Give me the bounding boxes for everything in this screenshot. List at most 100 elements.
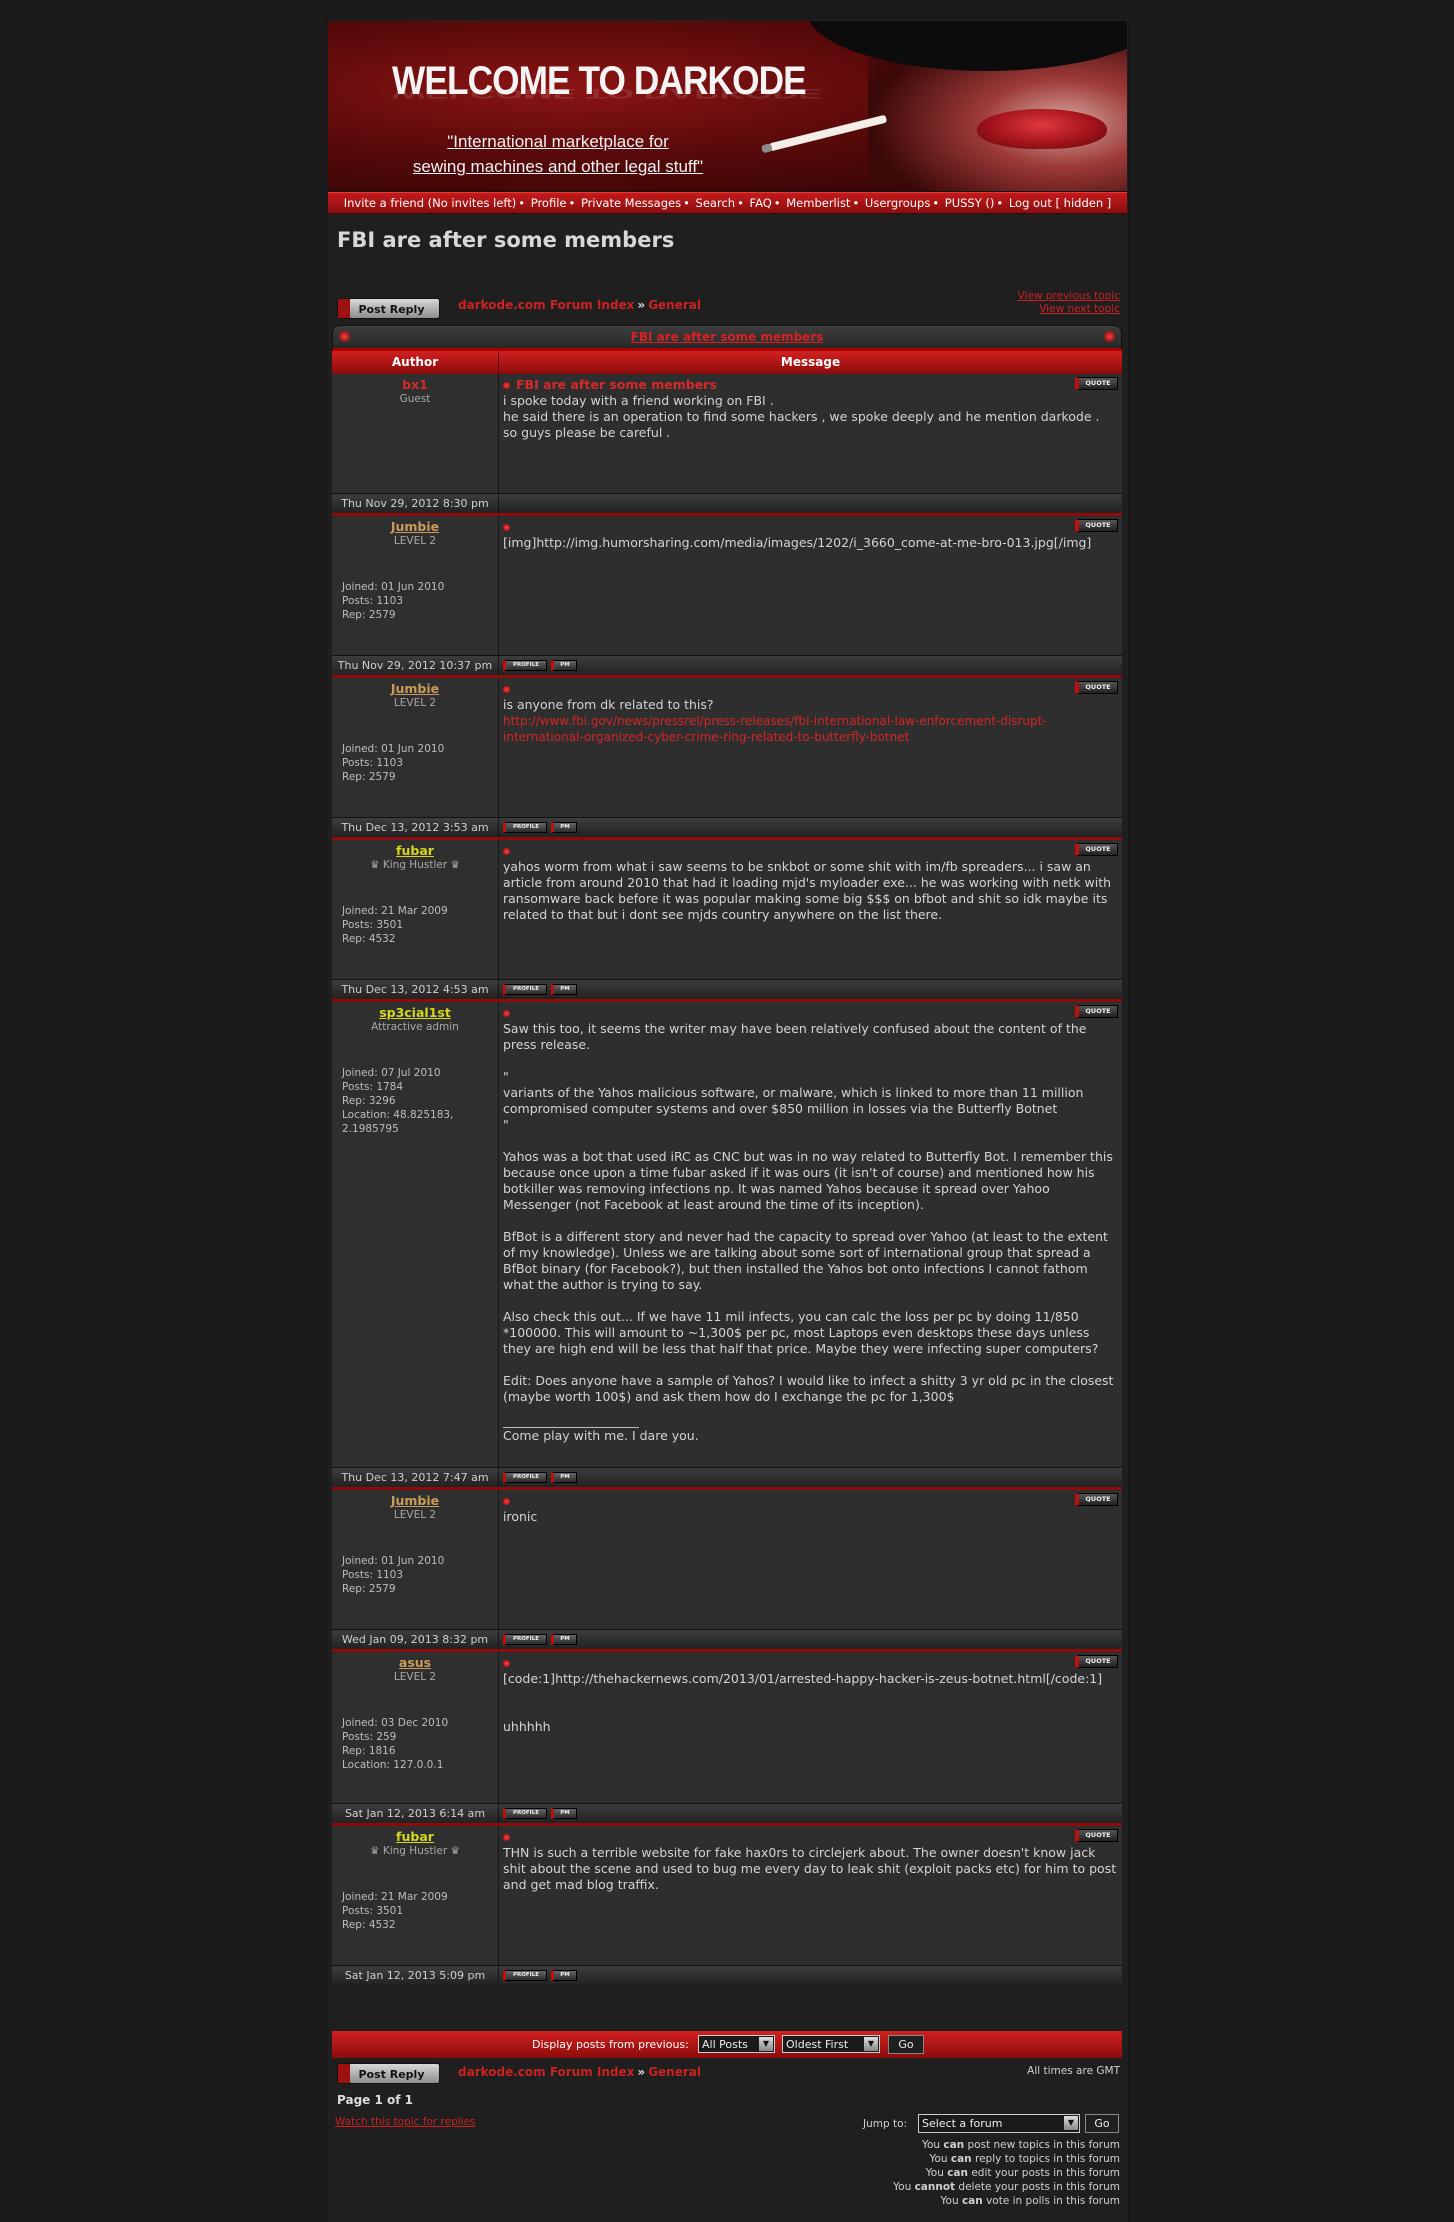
pm-button[interactable]: PM — [551, 1634, 577, 1645]
author-posts: Posts: 3501 — [342, 1905, 404, 1917]
post-author-cell: fubar ♛ King Hustler ♛ Joined: 21 Mar 20… — [332, 840, 499, 979]
jump-to-select-value: Select a forum — [922, 2117, 1003, 2130]
breadcrumb-index-link[interactable]: darkode.com Forum Index — [458, 2065, 634, 2079]
nav-faq[interactable]: FAQ — [750, 196, 772, 210]
pm-button[interactable]: PM — [551, 1808, 577, 1819]
display-go-button[interactable]: Go — [888, 2035, 924, 2054]
breadcrumb-index-link[interactable]: darkode.com Forum Index — [458, 298, 634, 312]
view-previous-topic-link[interactable]: View previous topic — [1018, 290, 1120, 303]
quote-button[interactable]: QUOTE — [1075, 1829, 1118, 1842]
header-dot-icon — [339, 331, 350, 342]
breadcrumb-separator: » — [637, 298, 646, 312]
post-footer: Thu Nov 29, 2012 10:37 pm PROFILE PM — [332, 655, 1122, 675]
profile-button[interactable]: PROFILE — [503, 822, 547, 833]
post-text-line: THN is such a terrible website for fake … — [503, 1845, 1117, 1892]
author-posts: Posts: 1103 — [342, 595, 404, 607]
post-bullet-icon — [503, 524, 510, 531]
order-select[interactable]: Oldest First ▼ — [782, 2035, 880, 2053]
post-date: Thu Dec 13, 2012 3:53 am — [332, 818, 499, 837]
jump-to-select[interactable]: Select a forum ▼ — [918, 2114, 1080, 2133]
post-reply-button-bottom[interactable]: Post Reply — [337, 2063, 440, 2084]
period-select-value: All Posts — [702, 2038, 748, 2051]
profile-button[interactable]: PROFILE — [503, 660, 547, 671]
header-dot-icon — [1104, 331, 1115, 342]
breadcrumb-forum-link[interactable]: General — [648, 298, 701, 312]
post-author-name[interactable]: Jumbie — [332, 1493, 498, 1508]
chevron-down-icon: ▼ — [759, 2037, 773, 2051]
post-date: Sat Jan 12, 2013 5:09 pm — [332, 1966, 499, 1985]
permission-line: You can reply to topics in this forum — [929, 2153, 1120, 2165]
post-row: Jumbie LEVEL 2 Joined: 01 Jun 2010 Posts… — [332, 513, 1122, 655]
post-text-line: i spoke today with a friend working on F… — [503, 393, 774, 408]
post-message-cell: QUOTE FBI are after some members i spoke… — [499, 374, 1122, 493]
author-rep: Rep: 2579 — [342, 771, 396, 783]
post-author-rank: LEVEL 2 — [393, 697, 437, 709]
quote-button[interactable]: QUOTE — [1075, 1493, 1118, 1506]
profile-button[interactable]: PROFILE — [503, 1634, 547, 1645]
nav-profile[interactable]: Profile — [531, 196, 567, 210]
post-subject — [503, 1829, 1118, 1845]
post-author-info: Joined: 01 Jun 2010 Posts: 1103 Rep: 257… — [342, 1554, 444, 1596]
period-select[interactable]: All Posts ▼ — [698, 2035, 775, 2053]
permission-line: You can edit your posts in this forum — [925, 2167, 1120, 2179]
fbi-press-release-link[interactable]: http://www.fbi.gov/news/pressrel/press-r… — [503, 713, 1118, 745]
pm-button[interactable]: PM — [551, 1970, 577, 1981]
post-subject — [503, 681, 1118, 697]
post-text-line: so guys please be careful . — [503, 425, 671, 440]
nav-search[interactable]: Search — [696, 196, 736, 210]
post-footer: Sat Jan 12, 2013 5:09 pm PROFILE PM — [332, 1965, 1122, 1985]
nav-private-messages[interactable]: Private Messages — [581, 196, 681, 210]
post-author-name[interactable]: bx1 — [332, 377, 498, 392]
display-posts-label: Display posts from previous: — [532, 2038, 689, 2051]
profile-button[interactable]: PROFILE — [503, 1472, 547, 1483]
pm-button[interactable]: PM — [551, 822, 577, 833]
author-rep: Rep: 4532 — [342, 1919, 396, 1931]
profile-button[interactable]: PROFILE — [503, 1970, 547, 1981]
nav-pussy[interactable]: PUSSY () — [945, 196, 995, 210]
quote-button[interactable]: QUOTE — [1075, 1005, 1118, 1018]
breadcrumb-bottom: darkode.com Forum Index» General — [458, 2065, 701, 2079]
nav-logout[interactable]: Log out [ hidden ] — [1009, 196, 1111, 210]
topic-title-link[interactable]: FBI are after some members — [631, 330, 824, 344]
breadcrumb-forum-link[interactable]: General — [648, 2065, 701, 2079]
author-posts: Posts: 1103 — [342, 1569, 404, 1581]
post-subject — [503, 1655, 1118, 1671]
post-author-info: Joined: 03 Dec 2010 Posts: 259 Rep: 1816… — [342, 1716, 448, 1772]
nav-invite[interactable]: Invite a friend (No invites left) — [344, 196, 517, 210]
post-paragraph: Also check this out... If we have 11 mil… — [503, 1309, 1099, 1356]
post-message-cell: QUOTE [code:1]http://thehackernews.com/2… — [499, 1652, 1122, 1803]
post-author-name[interactable]: Jumbie — [332, 681, 498, 696]
author-joined: Joined: 01 Jun 2010 — [342, 1555, 445, 1567]
profile-button[interactable]: PROFILE — [503, 1808, 547, 1819]
quote-button[interactable]: QUOTE — [1075, 843, 1118, 856]
quote-button[interactable]: QUOTE — [1075, 377, 1118, 390]
post-author-name[interactable]: sp3cial1st — [332, 1005, 498, 1020]
view-next-topic-link[interactable]: View next topic — [1018, 303, 1120, 316]
post-subject — [503, 843, 1118, 859]
post-author-rank: ♛ King Hustler ♛ — [370, 1845, 460, 1857]
author-location: Location: 48.825183, 2.1985795 — [342, 1109, 454, 1135]
watch-topic-link[interactable]: Watch this topic for replies — [335, 2116, 476, 2128]
post-author-name[interactable]: asus — [332, 1655, 498, 1670]
author-rep: Rep: 1816 — [342, 1745, 396, 1757]
quote-button[interactable]: QUOTE — [1075, 1655, 1118, 1668]
lips-image — [977, 109, 1107, 149]
post-row: Jumbie LEVEL 2 Joined: 01 Jun 2010 Posts… — [332, 675, 1122, 817]
profile-button[interactable]: PROFILE — [503, 984, 547, 995]
forum-permissions: You can post new topics in this forum Yo… — [893, 2138, 1120, 2208]
quote-button[interactable]: QUOTE — [1075, 519, 1118, 532]
pm-button[interactable]: PM — [551, 1472, 577, 1483]
quote-button[interactable]: QUOTE — [1075, 681, 1118, 694]
post-row: asus LEVEL 2 Joined: 03 Dec 2010 Posts: … — [332, 1649, 1122, 1803]
post-reply-button-top[interactable]: Post Reply — [337, 298, 440, 319]
pm-button[interactable]: PM — [551, 660, 577, 671]
post-author-name[interactable]: Jumbie — [332, 519, 498, 534]
post-author-name[interactable]: fubar — [332, 1829, 498, 1844]
post-message-cell: QUOTE [img]http://img.humorsharing.com/m… — [499, 516, 1122, 655]
jump-go-button[interactable]: Go — [1085, 2114, 1119, 2133]
nav-memberlist[interactable]: Memberlist — [786, 196, 850, 210]
post-author-name[interactable]: fubar — [332, 843, 498, 858]
pm-button[interactable]: PM — [551, 984, 577, 995]
nav-usergroups[interactable]: Usergroups — [865, 196, 930, 210]
author-joined: Joined: 21 Mar 2009 — [342, 1891, 448, 1903]
